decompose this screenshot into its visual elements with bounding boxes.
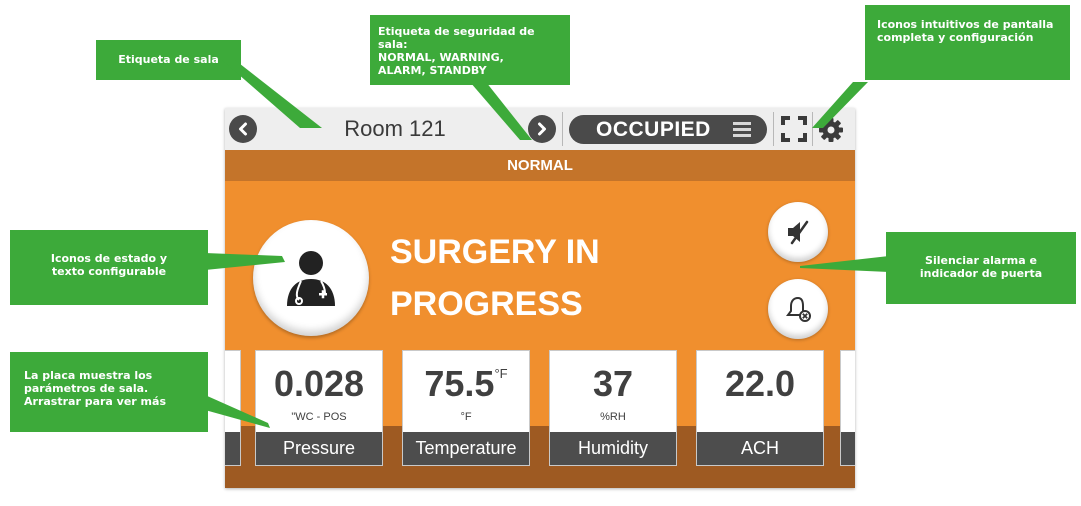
menu-icon [733, 122, 751, 137]
tile-value: 0.028 [273, 363, 365, 404]
callout-status-line2: texto configurable [51, 265, 167, 278]
callout-room-label: Etiqueta de sala [96, 40, 241, 80]
chevron-left-icon [239, 122, 247, 136]
silence-alarm-button[interactable] [768, 202, 828, 262]
surgeon-icon [287, 251, 335, 306]
callout-plate: La placa muestra los parámetros de sala.… [10, 352, 208, 432]
tile-value: 75.5°F [424, 363, 508, 404]
tile-name: Humidity [550, 432, 676, 465]
callout-safety-line3: ALARM, STANDBY [378, 64, 487, 77]
callout-safety-line1: Etiqueta de seguridad de sala: [378, 25, 535, 51]
tile-name [225, 432, 240, 465]
callout-plate-line2: parámetros de sala. [24, 382, 149, 395]
parameter-tile-humidity[interactable]: 37 %RH Humidity [549, 350, 677, 466]
chevron-right-icon [538, 122, 546, 136]
tile-name: ACH [697, 432, 823, 465]
occupancy-label: OCCUPIED [596, 118, 711, 141]
tile-value: 37 [592, 363, 634, 404]
device-screen: Room 121 OCCUPIED NORMAL SURGERY IN PROG… [225, 108, 855, 488]
next-room-button[interactable] [528, 115, 556, 143]
callout-status-line1: Iconos de estado y [50, 252, 168, 265]
parameter-tile-pressure[interactable]: 0.028 "WC - POS Pressure [255, 350, 383, 466]
parameter-tiles[interactable]: 0.028 "WC - POS Pressure 75.5°F °F Tempe… [225, 350, 855, 488]
tile-value: 22.0 [724, 363, 796, 404]
parameter-tile-partial[interactable] [225, 350, 241, 466]
bell-off-icon [786, 296, 811, 322]
parameter-tile-temperature[interactable]: 75.5°F °F Temperature [402, 350, 530, 466]
callout-status: Iconos de estado y texto configurable [10, 230, 208, 305]
status-icon-button[interactable] [253, 220, 369, 336]
tile-unit: °F [460, 411, 472, 423]
callout-icons-line2: completa y configuración [877, 31, 1034, 44]
tile-unit: %RH [600, 411, 626, 423]
top-bar: Room 121 OCCUPIED [225, 108, 855, 150]
safety-status-label: NORMAL [507, 157, 573, 174]
fullscreen-icon[interactable] [781, 116, 807, 142]
callout-safety-line2: NORMAL, WARNING, [378, 51, 504, 64]
callout-silence-line2: indicador de puerta [919, 267, 1043, 280]
parameter-tile-ach[interactable]: 22.0 ACH [696, 350, 824, 466]
callout-silence: Silenciar alarma e indicador de puerta [886, 232, 1076, 304]
status-message-line2: PROGRESS [390, 285, 583, 323]
parameter-tile-partial[interactable] [840, 350, 855, 466]
tile-name: Pressure [256, 432, 382, 465]
occupancy-mode-button[interactable]: OCCUPIED [569, 115, 767, 144]
door-indicator-button[interactable] [768, 279, 828, 339]
divider [562, 112, 563, 146]
callout-silence-line1: Silenciar alarma e [925, 254, 1037, 267]
callout-safety-label: Etiqueta de seguridad de sala: NORMAL, W… [370, 15, 570, 85]
tile-unit: "WC - POS [291, 411, 347, 423]
gear-icon[interactable] [817, 116, 845, 144]
callout-plate-line3: Arrastrar para ver más [24, 395, 166, 408]
tile-value-unit: °F [494, 366, 508, 381]
status-message: SURGERY IN PROGRESS [390, 226, 750, 330]
callout-icons: Iconos intuitivos de pantalla completa y… [865, 5, 1070, 80]
tile-name: Temperature [403, 432, 529, 465]
callout-room-label-text: Etiqueta de sala [118, 53, 219, 66]
speaker-mute-icon [788, 220, 809, 245]
previous-room-button[interactable] [229, 115, 257, 143]
room-title: Room 121 [344, 116, 446, 141]
room-safety-status-bar: NORMAL [225, 150, 855, 181]
status-message-line1: SURGERY IN [390, 233, 600, 271]
divider [812, 112, 813, 146]
divider [773, 112, 774, 146]
callout-plate-line1: La placa muestra los [24, 369, 153, 382]
callout-icons-line1: Iconos intuitivos de pantalla [877, 18, 1054, 31]
tile-name [841, 432, 855, 465]
